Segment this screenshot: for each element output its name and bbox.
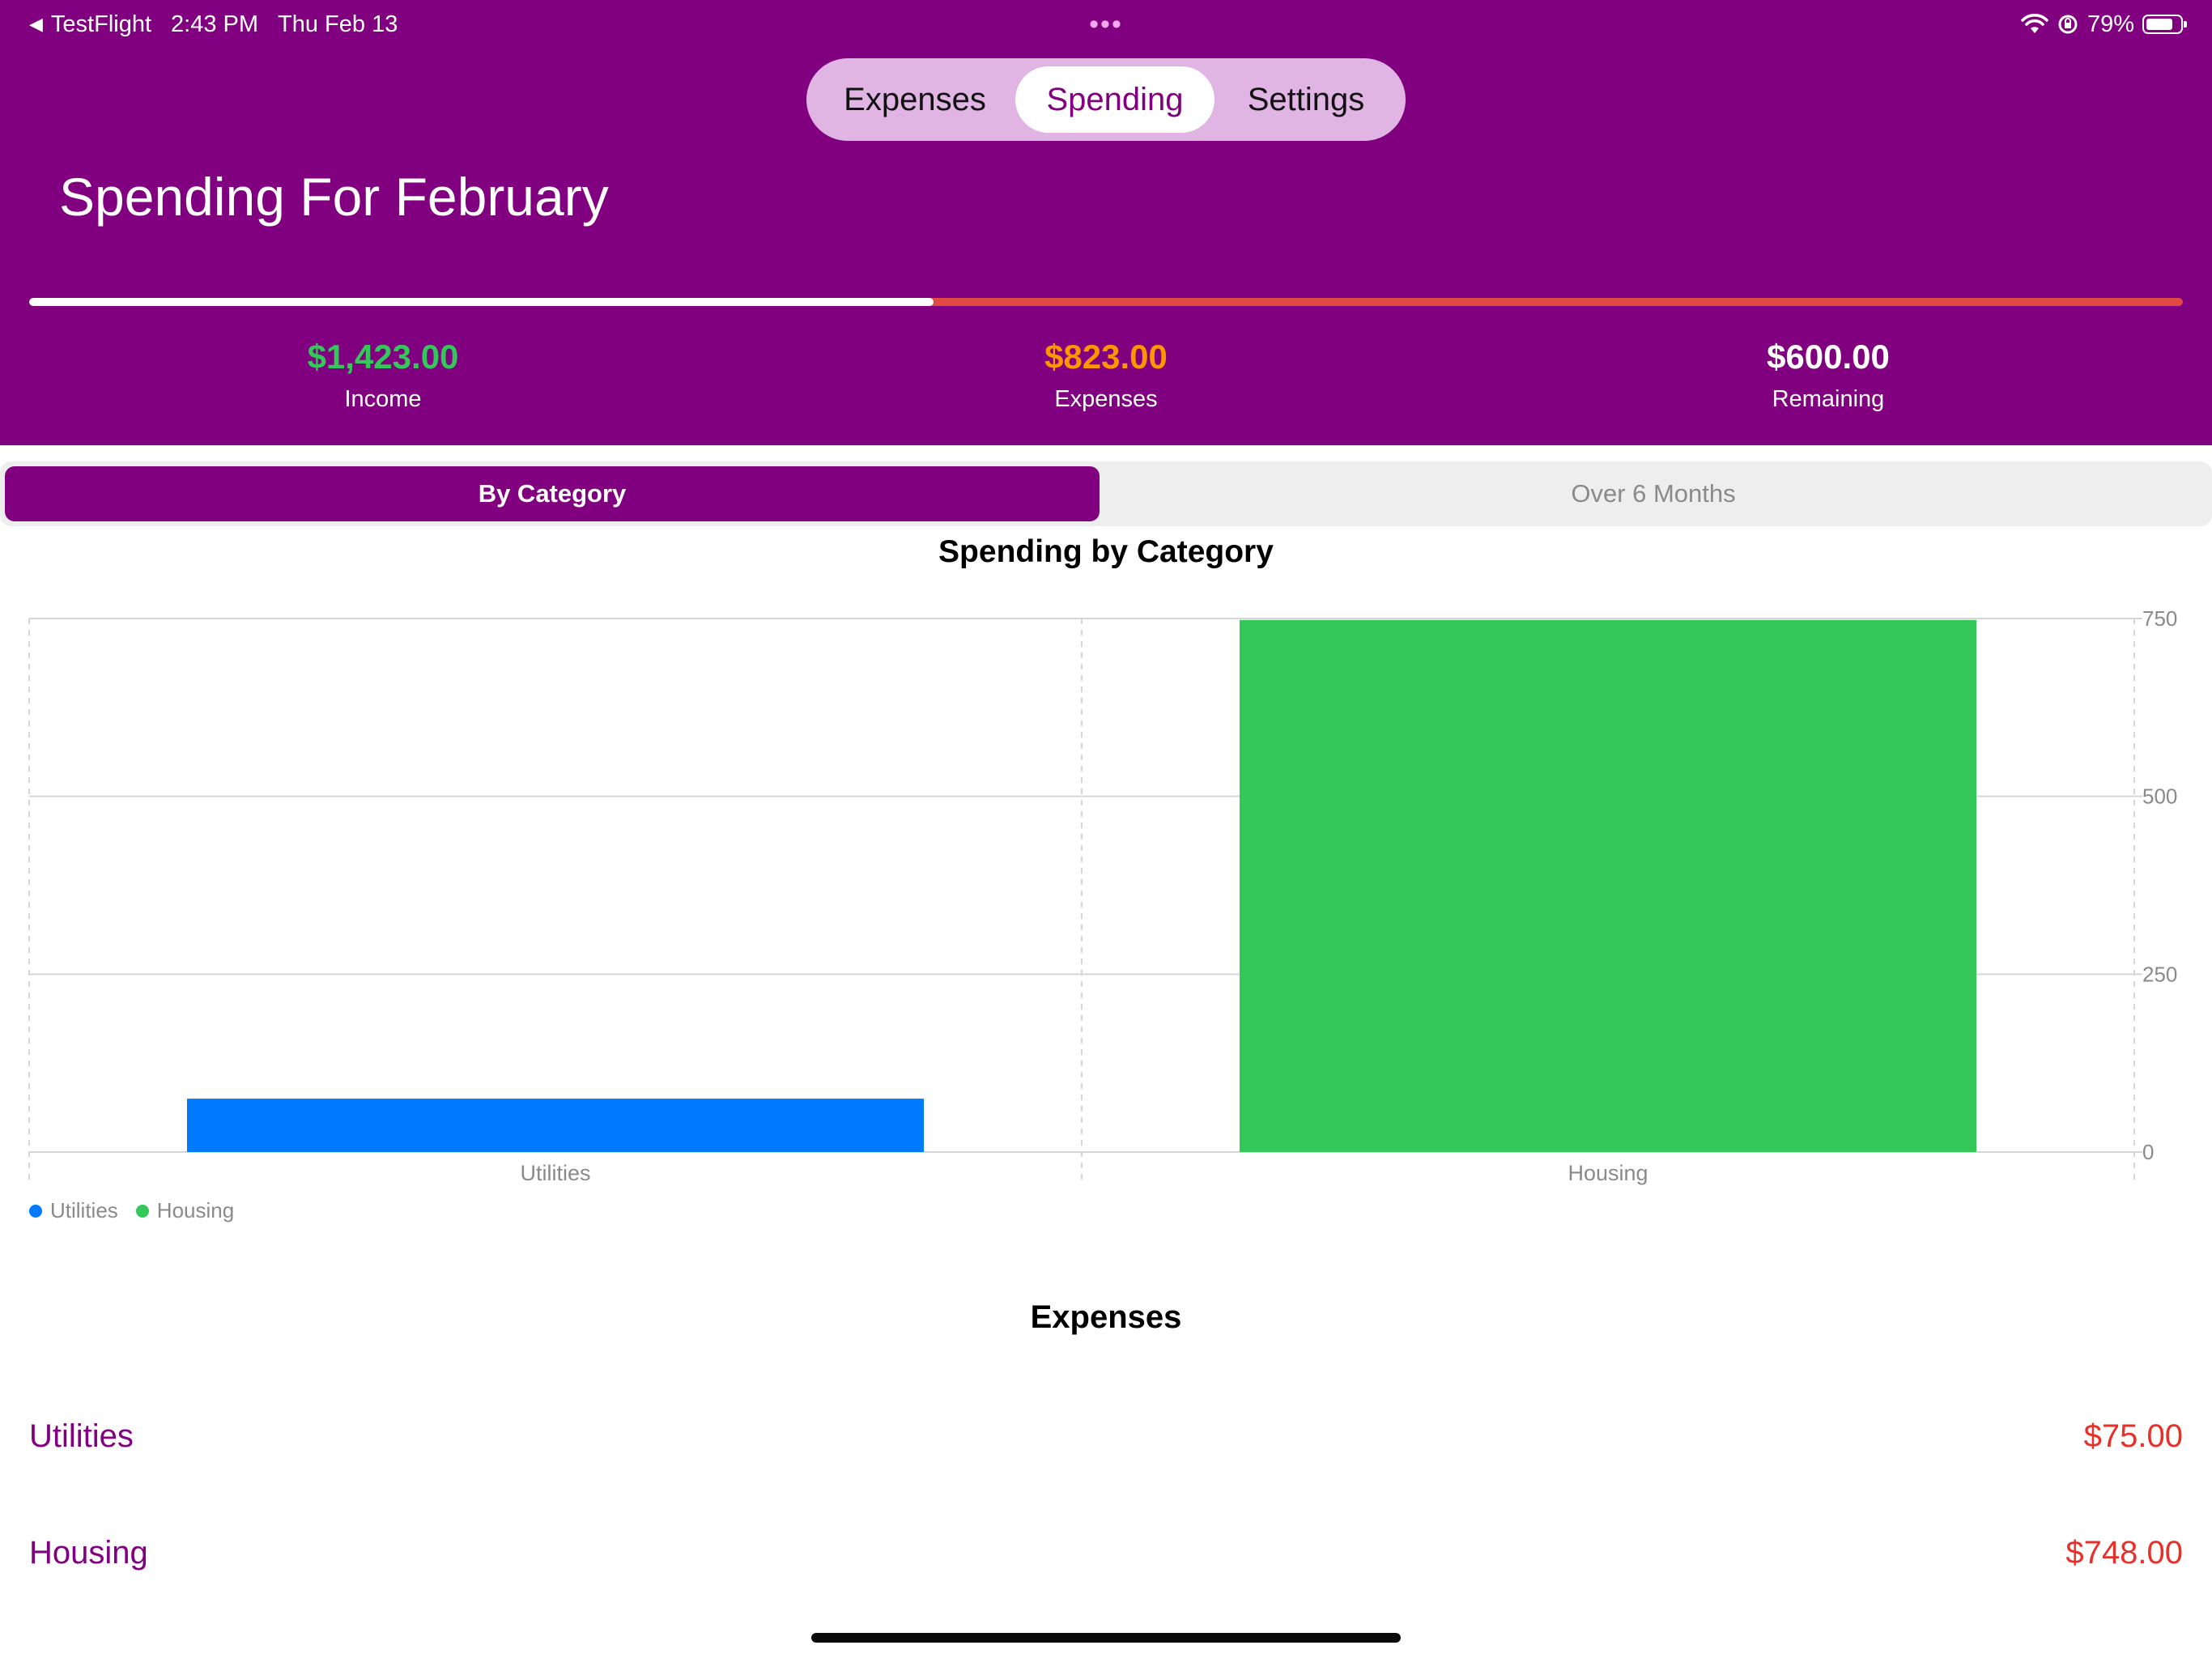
back-app-link[interactable]: TestFlight — [51, 6, 151, 42]
x-tick-label: Housing — [1568, 1161, 1648, 1185]
spending-bar-chart: 0 250 500 750 Utilities Housing — [28, 606, 2177, 1185]
status-time: 2:43 PM — [171, 11, 259, 37]
income-label: Income — [344, 386, 422, 412]
y-tick-label: 250 — [2142, 962, 2177, 986]
expense-name: Utilities — [29, 1418, 134, 1454]
chart-title: Spending by Category — [938, 534, 1274, 569]
y-tick-label: 750 — [2142, 606, 2177, 631]
budget-progress-fill — [29, 298, 934, 306]
legend-label: Utilities — [50, 1198, 118, 1222]
income-summary: $1,423.00 Income — [221, 336, 545, 415]
expense-name: Housing — [29, 1534, 148, 1571]
expenses-amount: $823.00 — [1044, 338, 1168, 376]
status-bar-right: 79% — [2021, 6, 2187, 42]
segment-settings[interactable]: Settings — [1214, 66, 1397, 133]
multitasking-dots[interactable]: ••• — [1082, 6, 1130, 42]
legend-dot-icon — [29, 1204, 42, 1218]
remaining-label: Remaining — [1772, 386, 1885, 412]
legend-item-utilities: Utilities — [29, 1198, 118, 1223]
back-arrow-icon[interactable]: ◀ — [29, 6, 43, 42]
page-title: Spending For February — [59, 167, 609, 227]
remaining-amount: $600.00 — [1767, 338, 1890, 376]
expense-amount: $748.00 — [2065, 1534, 2183, 1571]
bar-housing — [1240, 619, 1976, 1152]
legend-dot-icon — [135, 1204, 149, 1218]
income-amount: $1,423.00 — [307, 338, 459, 376]
y-tick-label: 0 — [2142, 1140, 2154, 1164]
legend-label: Housing — [156, 1198, 235, 1222]
status-bar-left: ◀ TestFlight 2:43 PM Thu Feb 13 — [29, 6, 398, 42]
x-tick-label: Utilities — [520, 1161, 590, 1185]
budget-progress-bar — [29, 298, 2183, 306]
tab-over-6-months[interactable]: Over 6 Months — [1101, 466, 2206, 521]
expenses-label: Expenses — [1054, 386, 1158, 412]
tab-by-category[interactable]: By Category — [5, 466, 1100, 521]
expenses-summary: $823.00 Expenses — [944, 336, 1268, 415]
remaining-summary: $600.00 Remaining — [1666, 336, 1990, 415]
expense-row-housing[interactable]: Housing $748.00 — [29, 1520, 2183, 1585]
battery-percent: 79% — [2087, 11, 2134, 37]
chart-mode-tabs: By Category Over 6 Months — [0, 461, 2212, 526]
segment-expenses[interactable]: Expenses — [815, 66, 1015, 133]
segment-spending[interactable]: Spending — [1015, 66, 1214, 133]
main-segmented-control: Expenses Spending Settings — [806, 58, 1406, 141]
y-tick-label: 500 — [2142, 784, 2177, 809]
expense-row-utilities[interactable]: Utilities $75.00 — [29, 1404, 2183, 1469]
home-indicator[interactable] — [811, 1633, 1401, 1643]
orientation-lock-icon — [2058, 15, 2078, 34]
chart-legend: Utilities Housing — [29, 1198, 234, 1223]
battery-icon — [2142, 15, 2187, 34]
bar-utilities — [187, 1099, 924, 1152]
expense-amount: $75.00 — [2083, 1418, 2183, 1454]
expenses-list-title: Expenses — [1030, 1299, 1182, 1335]
wifi-icon — [2021, 14, 2048, 33]
legend-item-housing: Housing — [135, 1198, 235, 1223]
status-date: Thu Feb 13 — [278, 11, 398, 37]
header: ◀ TestFlight 2:43 PM Thu Feb 13 ••• 79% … — [0, 0, 2212, 445]
